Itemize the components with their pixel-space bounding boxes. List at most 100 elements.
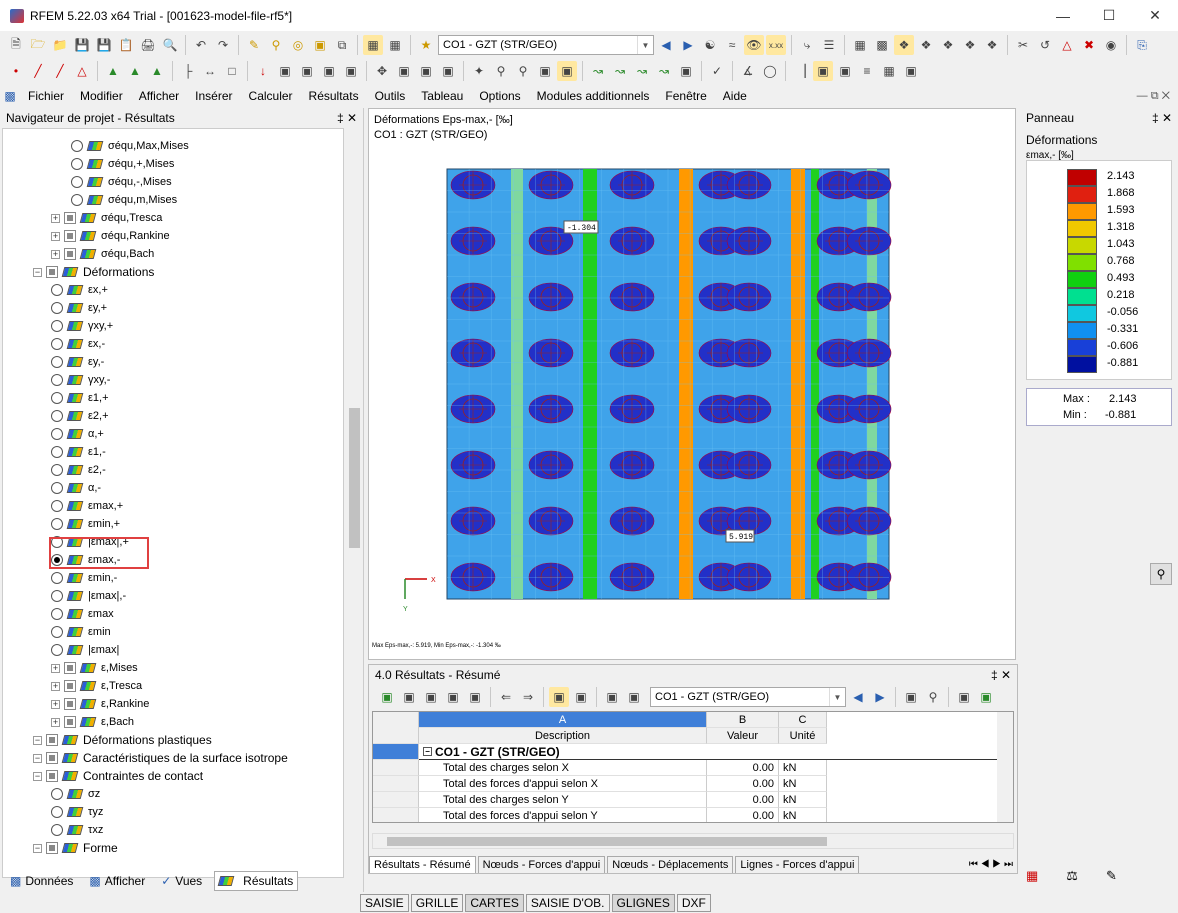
navigator-scrollbar[interactable] <box>346 128 363 861</box>
display-icon[interactable]: ▣ <box>676 61 696 81</box>
mark-icon[interactable]: ⚲ <box>513 61 533 81</box>
tree-item[interactable]: γxy,- <box>51 371 110 389</box>
radio-button[interactable] <box>51 374 63 386</box>
col-header-unite[interactable]: Unité <box>779 728 827 744</box>
checkbox[interactable] <box>64 716 76 728</box>
tree-item[interactable]: εmin <box>51 623 111 641</box>
col-header-description[interactable]: Description <box>419 728 707 744</box>
collapse-icon[interactable]: − <box>423 747 432 756</box>
close-button[interactable]: ✕ <box>1132 0 1178 31</box>
radio-button[interactable] <box>51 302 63 314</box>
save-icon[interactable]: 💾 <box>94 35 114 55</box>
menu-tableau[interactable]: Tableau <box>413 89 471 103</box>
pen-icon[interactable]: ✎ <box>1106 868 1117 884</box>
menu-fenetre[interactable]: Fenêtre <box>657 89 714 103</box>
solid-results-icon[interactable]: ▩ <box>872 35 892 55</box>
collapse-icon[interactable]: − <box>33 771 42 781</box>
tree-item[interactable]: ε1,+ <box>51 389 109 407</box>
tree-item[interactable]: |εmax| <box>51 641 119 659</box>
tree-item[interactable]: τyz <box>51 803 103 821</box>
checkbox[interactable] <box>64 698 76 710</box>
row-unit[interactable]: kN <box>779 776 827 792</box>
member-icon[interactable]: ╱ <box>50 61 70 81</box>
node-icon[interactable]: • <box>6 61 26 81</box>
axis-view-icon[interactable]: ↝ <box>654 61 674 81</box>
redo-icon[interactable]: ↷ <box>213 35 233 55</box>
results-pick-icon[interactable]: ▣ <box>901 687 921 707</box>
pan-icon[interactable]: ✥ <box>372 61 392 81</box>
selection-icon[interactable]: ✦ <box>469 61 489 81</box>
radio-button[interactable] <box>51 428 63 440</box>
results-search-icon[interactable]: ⚲ <box>923 687 943 707</box>
hinge-icon[interactable]: ├ <box>178 61 198 81</box>
radio-button[interactable] <box>51 410 63 422</box>
rotate-icon[interactable]: ↺ <box>1035 35 1055 55</box>
deformation-plot[interactable]: X Y -1.304 5.919 <box>369 109 1015 659</box>
next-case-icon[interactable]: ▶ <box>678 35 698 55</box>
zoom-panel-button[interactable]: ⚲ <box>1150 563 1172 585</box>
tree-item[interactable]: σéqu,-,Mises <box>71 173 172 191</box>
edit-icon[interactable]: ✎ <box>244 35 264 55</box>
radio-button[interactable] <box>51 788 63 800</box>
radio-button[interactable] <box>51 482 63 494</box>
new-file-icon[interactable]: 🗎 <box>6 35 26 55</box>
tab-donnees[interactable]: ▩ Données <box>6 872 77 890</box>
graphics-viewport[interactable]: Déformations Eps-max,- [‰] CO1 : GZT (ST… <box>368 108 1016 660</box>
tree-item[interactable]: − Forme <box>33 839 118 857</box>
results-next-icon[interactable]: ▶ <box>870 687 890 707</box>
tree-item[interactable]: α,+ <box>51 425 104 443</box>
results-filter-icon[interactable]: ▣ <box>549 687 569 707</box>
print-preview-icon[interactable]: 🔍 <box>160 35 180 55</box>
balance-icon[interactable]: ⚖ <box>1066 868 1078 884</box>
solid-view-icon[interactable]: ▣ <box>835 61 855 81</box>
deformation-icon[interactable]: ≈ <box>722 35 742 55</box>
col-letter-c[interactable]: C <box>779 712 827 728</box>
support-icon[interactable]: △ <box>72 61 92 81</box>
previous-case-icon[interactable]: ◀ <box>656 35 676 55</box>
table-view-icon[interactable]: ▦ <box>363 35 383 55</box>
row-value[interactable]: 0.00 <box>707 792 779 808</box>
checkbox[interactable] <box>46 752 58 764</box>
navigator-pin-close[interactable]: ‡ ✕ <box>337 111 357 125</box>
export-excel-icon[interactable]: ▣ <box>377 687 397 707</box>
status-saisie[interactable]: SAISIE <box>360 893 409 912</box>
checkbox[interactable] <box>64 680 76 692</box>
menu-fichier[interactable]: Fichier <box>20 89 72 103</box>
group-row-title[interactable]: − CO1 - GZT (STR/GEO) <box>419 744 1013 760</box>
checkbox[interactable] <box>64 248 76 260</box>
line-icon[interactable]: ╱ <box>28 61 48 81</box>
axis-y-icon[interactable]: ↝ <box>610 61 630 81</box>
results-toggle-icon[interactable]: ★ <box>416 35 436 55</box>
open-folder-icon[interactable]: 🗁 <box>28 35 48 55</box>
table-edit-icon[interactable]: ▣ <box>443 687 463 707</box>
panel-pin-close[interactable]: ‡ ✕ <box>1152 111 1172 125</box>
status-grille[interactable]: GRILLE <box>410 893 464 912</box>
filter-icon[interactable]: ▣ <box>421 687 441 707</box>
status-cartes[interactable]: CARTES <box>465 893 524 912</box>
isobands-icon[interactable]: ❖ <box>894 35 914 55</box>
results-prev-icon[interactable]: ◀ <box>848 687 868 707</box>
status-dxf[interactable]: DXF <box>676 893 711 912</box>
expand-icon[interactable]: + <box>51 681 60 691</box>
view-icon[interactable]: ▣ <box>275 61 295 81</box>
radio-button[interactable] <box>51 626 63 638</box>
forward-icon[interactable]: ⇒ <box>518 687 538 707</box>
clipboard-icon[interactable]: 📋 <box>116 35 136 55</box>
print-icon[interactable]: 🖨 <box>138 35 158 55</box>
checkbox[interactable] <box>46 770 58 782</box>
tree-item[interactable]: − Déformations plastiques <box>33 731 212 749</box>
checkbox[interactable] <box>64 212 76 224</box>
maximize-button[interactable]: ☐ <box>1086 0 1132 31</box>
tree-item[interactable]: − Contraintes de contact <box>33 767 203 785</box>
find-icon[interactable]: ⚲ <box>491 61 511 81</box>
radio-button[interactable] <box>51 824 63 836</box>
row-value[interactable]: 0.00 <box>707 776 779 792</box>
layout-icon[interactable]: ▣ <box>624 687 644 707</box>
tab-afficher[interactable]: ▩ Afficher <box>85 872 149 890</box>
axis-x-icon[interactable]: ↝ <box>588 61 608 81</box>
search-object-icon[interactable]: ⚲ <box>266 35 286 55</box>
menu-afficher[interactable]: Afficher <box>131 89 187 103</box>
tree-item[interactable]: σz <box>51 785 100 803</box>
radio-button[interactable] <box>71 176 83 188</box>
result-values-icon[interactable]: ☯ <box>700 35 720 55</box>
